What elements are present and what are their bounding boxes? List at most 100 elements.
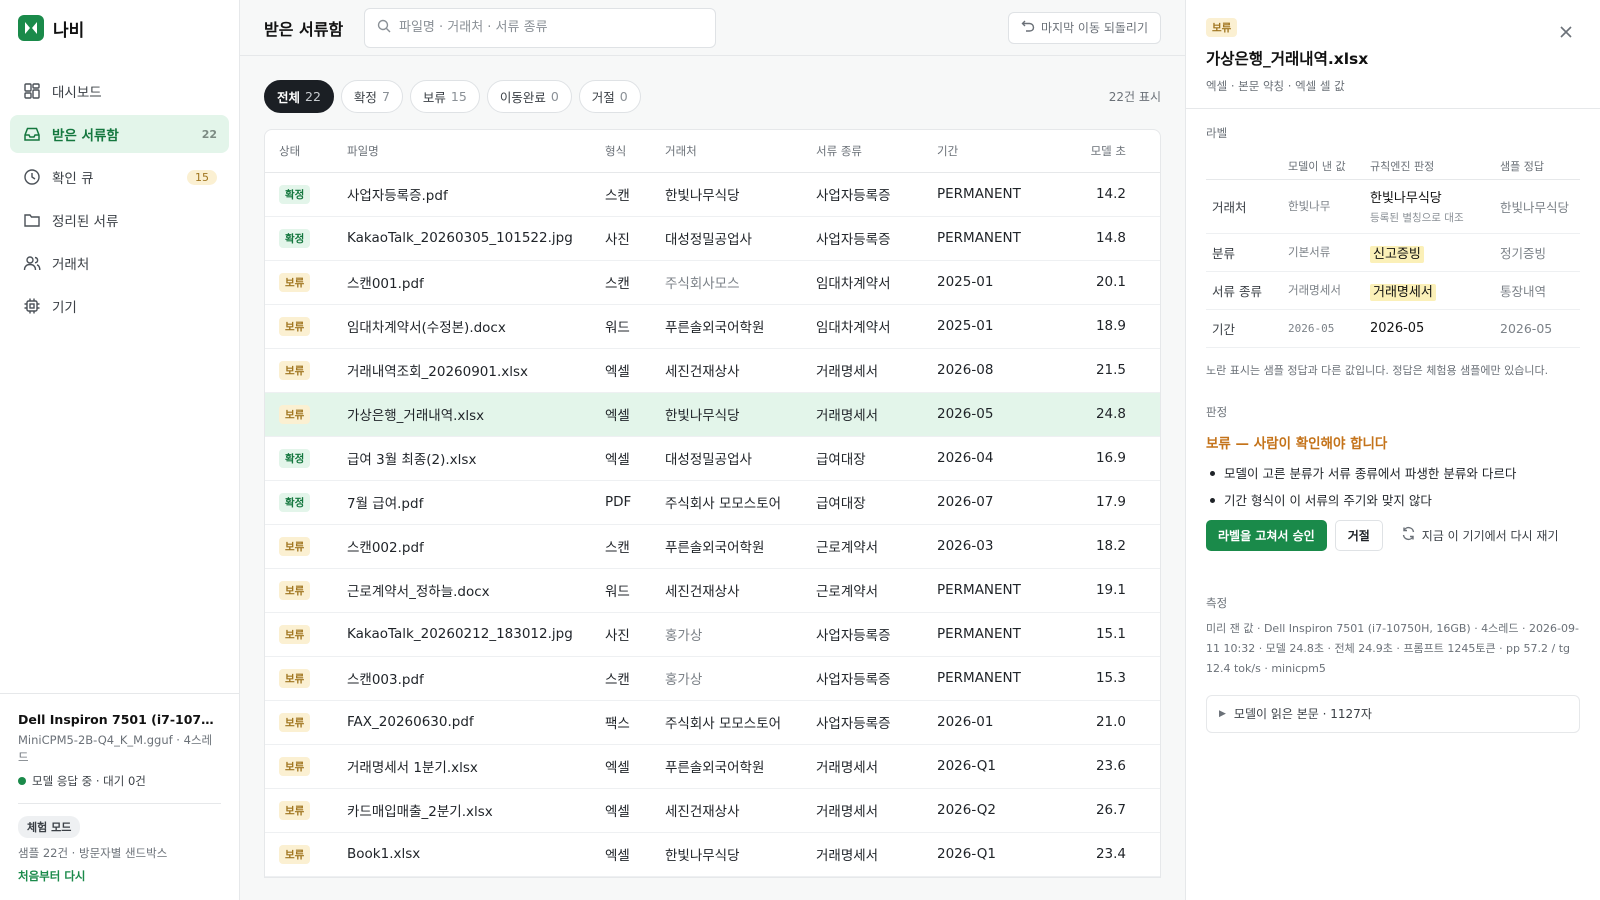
folder-icon [22, 210, 42, 230]
measure-text: 미리 잰 값 · Dell Inspiron 7501 (i7-10750H, … [1206, 621, 1579, 675]
doc-type: 임대차계약서 [802, 304, 923, 349]
format: 엑셀 [591, 392, 651, 437]
detail-title: 가상은행_거래내역.xlsx [1206, 50, 1369, 68]
table-row[interactable]: 확정 사업자등록증.pdf 스캔 한빛나무식당 사업자등록증 PERMANENT 14.2 [265, 172, 1160, 217]
table-row[interactable]: 보류 거래명세서 1분기.xlsx 엑셀 푸른솔외국어학원 거래명세서 2026-Q1 23… [265, 744, 1160, 789]
table-row[interactable]: 보류 스캔003.pdf 스캔 홍가상 사업자등록증 PERMANENT 15.3 [265, 656, 1160, 701]
inbox-count: 22 [201, 127, 217, 141]
column-header-doctype[interactable]: 서류 종류 [802, 130, 923, 173]
model-seconds: 15.3 [1045, 656, 1160, 701]
table-row[interactable]: 보류 가상은행_거래내역.xlsx 엑셀 한빛나무식당 거래명세서 2026-05 24.8 [265, 392, 1160, 437]
table-row[interactable]: 보류 카드매입매출_2분기.xlsx 엑셀 세진건재상사 거래명세서 2026-Q2 26.… [265, 788, 1160, 833]
vendor: 주식회사 모모스토어 [651, 700, 802, 745]
doc-type: 근로계약서 [802, 524, 923, 569]
chip-label: 거절 [591, 90, 615, 105]
file-name: 가상은행_거래내역.xlsx [333, 392, 591, 437]
device-model: MiniCPM5-2B-Q4_K_M.gguf · 4스레드 [18, 733, 213, 764]
label-rule-value: 신고증빙 [1364, 233, 1494, 272]
brand[interactable]: 나비 [0, 0, 239, 56]
sidebar-item-vendors[interactable]: 거래처 [10, 244, 229, 282]
detail-header: 보류 가상은행_거래내역.xlsx 엑셀 · 본문 약칭 · 엑셀 셀 값 [1186, 0, 1600, 109]
rerun-button[interactable]: 지금 이 기기에서 다시 재기 [1391, 520, 1569, 551]
period: 2026-Q1 [923, 832, 1045, 877]
detail-subtitle: 엑셀 · 본문 약칭 · 엑셀 셀 값 [1206, 79, 1345, 93]
model-text-toggle[interactable]: ▶ 모델이 읽은 본문 · 1127자 [1206, 694, 1580, 733]
sidebar-item-review-queue[interactable]: 확인 큐 15 [10, 158, 229, 196]
trial-badge: 체험 모드 [18, 816, 81, 838]
vendor: 한빛나무식당 [651, 832, 802, 877]
model-seconds: 18.9 [1045, 304, 1160, 349]
column-header-vendor[interactable]: 거래처 [651, 130, 802, 173]
period: PERMANENT [923, 656, 1045, 701]
device-status-text: 모델 응답 중 · 대기 0건 [32, 774, 146, 788]
undo-button[interactable]: 마지막 이동 되돌리기 [1008, 11, 1161, 44]
table-row[interactable]: 확정 급여 3월 최종(2).xlsx 엑셀 대성정밀공업사 급여대장 2026-04 16… [265, 436, 1160, 481]
file-name: 거래내역조회_20260901.xlsx [333, 348, 591, 393]
doc-type: 사업자등록증 [802, 700, 923, 745]
approve-button[interactable]: 라벨을 고쳐서 승인 [1206, 519, 1327, 551]
filter-chip-all[interactable]: 전체 22 [264, 80, 334, 113]
filter-chip-moved[interactable]: 이동완료 0 [486, 80, 572, 113]
chip-label: 보류 [422, 90, 446, 105]
model-seconds: 14.8 [1045, 216, 1160, 261]
sidebar-item-organized[interactable]: 정리된 서류 [10, 201, 229, 239]
vendor: 대성정밀공업사 [651, 216, 802, 261]
search-input[interactable] [399, 20, 703, 35]
column-header-format[interactable]: 형식 [591, 130, 651, 173]
filter-chip-confirmed[interactable]: 확정 7 [340, 80, 403, 113]
verdict-section-title: 판정 [1206, 404, 1228, 419]
status-cell: 보류 [265, 656, 333, 701]
column-header-status[interactable]: 상태 [265, 130, 333, 173]
table-row[interactable]: 보류 KakaoTalk_20260212_183012.jpg 사진 홍가상 사업자등… [265, 612, 1160, 657]
status-cell: 보류 [265, 304, 333, 349]
refresh-icon [1401, 526, 1416, 544]
label-rule-value: 2026-05 [1364, 309, 1494, 348]
search-box [364, 7, 716, 48]
triangle-right-icon: ▶ [1219, 708, 1226, 719]
table-row[interactable]: 확정 KakaoTalk_20260305_101522.jpg 사진 대성정밀공업사… [265, 216, 1160, 261]
reset-link[interactable]: 처음부터 다시 [18, 868, 221, 884]
format: 엑셀 [591, 348, 651, 393]
file-name: FAX_20260630.pdf [333, 700, 591, 745]
sidebar-item-label: 정리된 서류 [52, 214, 119, 230]
filter-chip-hold[interactable]: 보류 15 [409, 80, 480, 113]
table-row[interactable]: 보류 FAX_20260630.pdf 팩스 주식회사 모모스토어 사업자등록증 2026… [265, 700, 1160, 745]
status-badge: 보류 [279, 800, 311, 820]
table-row[interactable]: 보류 스캔001.pdf 스캔 주식회사모스 임대차계약서 2025-01 20.1 [265, 260, 1160, 305]
dashboard-icon [22, 81, 42, 101]
table-row[interactable]: 보류 근로계약서_정하늘.docx 워드 세진건재상사 근로계약서 PERMANENT 19… [265, 568, 1160, 613]
table-row[interactable]: 확정 7월 급여.pdf PDF 주식회사 모모스토어 급여대장 2026-07 17.9 [265, 480, 1160, 525]
column-header-file[interactable]: 파일명 [333, 130, 591, 173]
column-header-seconds[interactable]: 모델 초 [1045, 130, 1160, 173]
label-answer-value: 통장내역 [1494, 271, 1580, 310]
vendor: 홍가상 [651, 612, 802, 657]
format: 엑셀 [591, 788, 651, 833]
format: 사진 [591, 612, 651, 657]
main-content: 받은 서류함 마지막 이동 되돌리기 전체 22 확정 7 보류 15 이 [240, 0, 1185, 900]
label-key: 분류 [1206, 233, 1282, 272]
sidebar-item-devices[interactable]: 기기 [10, 287, 229, 325]
table-row[interactable]: 보류 스캔002.pdf 스캔 푸른솔외국어학원 근로계약서 2026-03 18.2 [265, 524, 1160, 569]
logo-icon [18, 15, 44, 41]
status-badge: 보류 [279, 360, 311, 380]
verdict-actions: 라벨을 고쳐서 승인 거절 지금 이 기기에서 다시 재기 [1206, 519, 1580, 551]
table-row[interactable]: 보류 임대차계약서(수정본).docx 워드 푸른솔외국어학원 임대차계약서 2025-0… [265, 304, 1160, 349]
model-seconds: 17.9 [1045, 480, 1160, 525]
sidebar-item-dashboard[interactable]: 대시보드 [10, 72, 229, 110]
format: PDF [591, 480, 651, 525]
close-icon[interactable] [1558, 24, 1578, 44]
label-answer-value: 정기증빙 [1494, 233, 1580, 272]
vendor: 한빛나무식당 [651, 172, 802, 217]
sidebar-item-inbox[interactable]: 받은 서류함 22 [10, 115, 229, 153]
format: 스캔 [591, 524, 651, 569]
filter-chip-rejected[interactable]: 거절 0 [578, 80, 641, 113]
reject-button[interactable]: 거절 [1334, 519, 1383, 551]
vendor: 세진건재상사 [651, 788, 802, 833]
vendor: 홍가상 [651, 656, 802, 701]
period: PERMANENT [923, 568, 1045, 613]
table-row[interactable]: 보류 Book1.xlsx 엑셀 한빛나무식당 거래명세서 2026-Q1 23.4 [265, 832, 1160, 877]
table-row[interactable]: 보류 거래내역조회_20260901.xlsx 엑셀 세진건재상사 거래명세서 2026-… [265, 348, 1160, 393]
measure-section-title: 측정 [1206, 595, 1228, 610]
column-header-period[interactable]: 기간 [923, 130, 1045, 173]
model-seconds: 21.0 [1045, 700, 1160, 745]
